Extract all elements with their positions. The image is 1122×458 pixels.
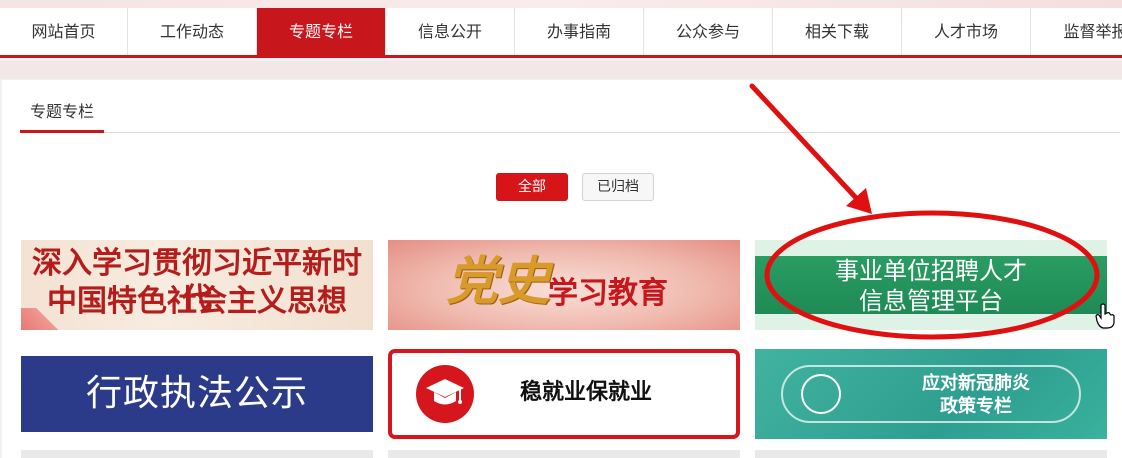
topic-card-employment[interactable]: 稳就业保就业 [388,349,740,439]
main-nav: 网站首页 工作动态 专题专栏 信息公开 办事指南 公众参与 相关下载 人才市场 … [0,8,1122,58]
lungs-icon [801,374,841,414]
nav-item-public-participation[interactable]: 公众参与 [644,8,773,55]
card-title-line1: 事业单位招聘人才 [835,257,1027,285]
topic-card-row3-1[interactable] [21,450,373,458]
nav-item-service-guide[interactable]: 办事指南 [515,8,644,55]
topic-card-law-enforcement[interactable]: 行政执法公示 [21,349,373,439]
nav-item-talent-market[interactable]: 人才市场 [902,8,1031,55]
graduation-cap-icon [416,365,474,423]
card-title: 行政执法公示 [85,373,308,414]
topic-card-row3-2[interactable] [388,450,740,458]
hand-cursor-icon [1095,303,1115,329]
card-calligraphy-title: 党史 [446,251,551,312]
card-title-line2: 信息管理平台 [859,287,1003,315]
filter-all-button[interactable]: 全部 [496,173,568,201]
card-title-rest: 学习教育 [548,276,668,311]
card-title-line2: 中国特色社会主义思想 [47,284,347,319]
topic-card-covid-policy[interactable]: 应对新冠肺炎 政策专栏 [755,349,1107,439]
nav-item-info-disclosure[interactable]: 信息公开 [386,8,515,55]
section-header: 专题专栏 [20,90,1120,133]
nav-item-home[interactable]: 网站首页 [0,8,128,55]
nav-item-report[interactable]: 监督举报 [1031,8,1122,55]
ribbon-decoration [21,308,61,330]
nav-item-special-topics[interactable]: 专题专栏 [257,8,386,55]
filter-archived-button[interactable]: 已归档 [582,173,654,201]
nav-shadow-band [0,61,1122,79]
topic-card-xi-thought[interactable]: 深入学习贯彻习近平新时代 中国特色社会主义思想 [21,240,373,330]
card-title-line1: 应对新冠肺炎 [922,373,1030,394]
card-title-line2: 政策专栏 [940,396,1012,417]
topic-card-recruitment-platform[interactable]: 事业单位招聘人才 信息管理平台 [755,240,1107,330]
top-banner-strip [0,0,1122,8]
card-title: 稳就业保就业 [520,380,653,405]
nav-item-work-news[interactable]: 工作动态 [128,8,257,55]
topic-card-row3-3[interactable] [755,450,1107,458]
topic-card-party-history[interactable]: 党史 学习教育 [388,240,740,330]
nav-item-downloads[interactable]: 相关下载 [773,8,902,55]
section-title: 专题专栏 [20,90,104,133]
